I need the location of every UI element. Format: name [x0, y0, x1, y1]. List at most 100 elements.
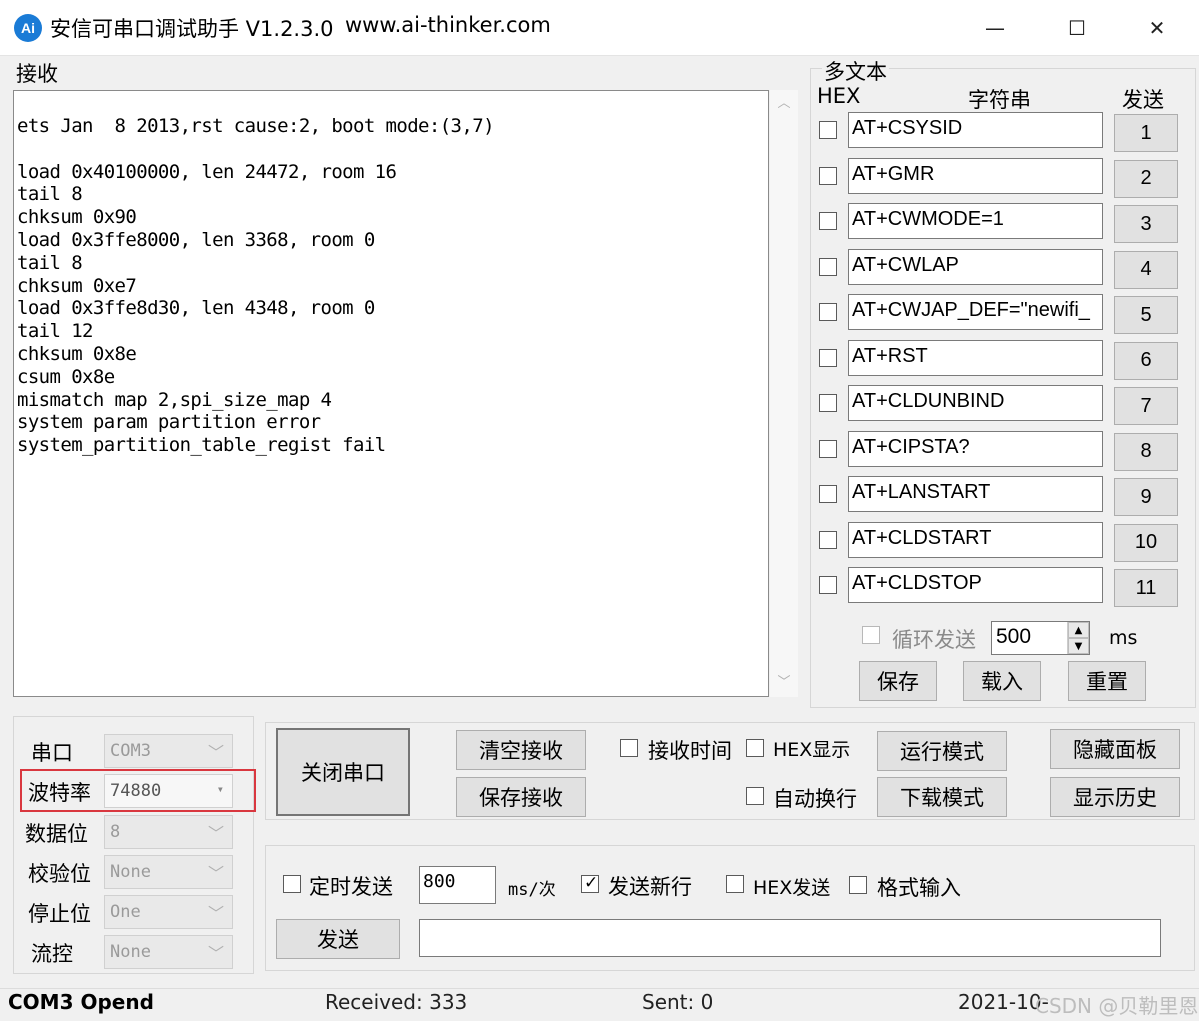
hex-display-checkbox[interactable]: [746, 739, 764, 757]
hex-send-checkbox[interactable]: [726, 875, 744, 893]
stop-bits-select[interactable]: One ﹀: [104, 895, 233, 929]
multi-send-button[interactable]: 8: [1114, 432, 1178, 471]
scroll-down-icon[interactable]: ﹀: [770, 669, 798, 697]
multi-send-button[interactable]: 5: [1114, 296, 1178, 334]
spin-down-icon[interactable]: ▼: [1068, 638, 1089, 654]
close-icon[interactable]: ✕: [1117, 0, 1197, 56]
watermark-text: CSDN @贝勒里恩: [1035, 994, 1199, 1018]
send-column-header: 发送: [1122, 88, 1164, 112]
multi-send-button[interactable]: 11: [1114, 569, 1178, 607]
hex-row-checkbox[interactable]: [819, 121, 837, 139]
port-label: 串口: [31, 741, 73, 765]
format-input-checkbox[interactable]: [849, 876, 867, 894]
timed-send-label: 定时发送: [309, 875, 393, 899]
chevron-down-icon: ﹀: [207, 904, 224, 923]
hex-row-checkbox[interactable]: [819, 348, 837, 367]
send-text-input[interactable]: [419, 919, 1161, 957]
stop-bits-label: 停止位: [28, 902, 91, 926]
scroll-up-icon[interactable]: ︿: [770, 90, 798, 118]
receive-time-label: 接收时间: [648, 739, 732, 763]
multi-send-button[interactable]: 7: [1114, 387, 1178, 425]
send-period-unit: ms/次: [508, 880, 556, 900]
hex-row-checkbox[interactable]: [819, 530, 837, 549]
baud-rate-label: 波特率: [28, 781, 91, 805]
hex-row-checkbox[interactable]: [819, 576, 837, 594]
multi-command-input[interactable]: AT+CWMODE=1: [848, 203, 1103, 239]
receive-time-checkbox[interactable]: [620, 739, 638, 757]
multi-command-input[interactable]: AT+CLDUNBIND: [848, 385, 1103, 421]
multi-send-button[interactable]: 10: [1114, 523, 1178, 562]
hex-row-checkbox[interactable]: [819, 303, 837, 321]
minimize-icon[interactable]: —: [955, 0, 1035, 56]
send-newline-checkbox[interactable]: [581, 873, 599, 893]
window-title: 安信可串口调试助手 V1.2.3.0: [50, 17, 334, 41]
spin-up-icon[interactable]: ▲: [1068, 622, 1089, 638]
dropdown-arrow-icon: ▾: [216, 782, 224, 796]
save-receive-button[interactable]: 保存接收: [456, 777, 586, 817]
hex-column-header: HEX: [817, 84, 861, 108]
load-multi-button[interactable]: 载入: [963, 661, 1041, 701]
hex-row-checkbox[interactable]: [819, 394, 837, 412]
data-bits-select[interactable]: 8 ﹀: [104, 815, 233, 849]
run-mode-button[interactable]: 运行模式: [877, 731, 1007, 771]
multi-send-button[interactable]: 6: [1114, 341, 1178, 380]
app-logo-icon: Ai: [14, 14, 42, 42]
loop-send-checkbox[interactable]: [862, 626, 880, 644]
multi-send-button[interactable]: 1: [1114, 114, 1178, 152]
hex-row-checkbox[interactable]: [819, 212, 837, 230]
multi-command-input[interactable]: AT+GMR: [848, 157, 1103, 194]
timed-send-checkbox[interactable]: [283, 875, 301, 893]
multi-send-button[interactable]: 3: [1114, 205, 1178, 243]
loop-unit-label: ms: [1109, 627, 1138, 649]
multi-send-button[interactable]: 4: [1114, 250, 1178, 289]
hex-row-checkbox[interactable]: [819, 166, 837, 185]
hex-row-checkbox[interactable]: [819, 485, 837, 503]
show-history-button[interactable]: 显示历史: [1050, 777, 1180, 817]
multi-command-input[interactable]: AT+CSYSID: [848, 112, 1103, 148]
hide-panel-button[interactable]: 隐藏面板: [1050, 729, 1180, 769]
receive-scrollbar[interactable]: ︿ ﹀: [770, 90, 798, 697]
format-input-label: 格式输入: [877, 876, 961, 900]
loop-send-label: 循环发送: [892, 628, 976, 652]
auto-wrap-checkbox[interactable]: [746, 787, 764, 805]
port-status: COM3 Opend: [8, 990, 154, 1014]
save-multi-button[interactable]: 保存: [859, 661, 937, 701]
loop-interval-spinner[interactable]: ▲ ▼: [1067, 622, 1089, 654]
baud-rate-select[interactable]: 74880 ▾: [104, 774, 233, 808]
receive-group-label: 接收: [16, 62, 58, 86]
hex-send-label: HEX发送: [753, 877, 831, 899]
hex-display-label: HEX显示: [773, 739, 851, 761]
multi-send-button[interactable]: 9: [1114, 478, 1178, 516]
multi-command-input[interactable]: AT+RST: [848, 339, 1103, 376]
multi-command-input[interactable]: AT+CWJAP_DEF="newifi_: [848, 294, 1103, 330]
multi-command-input[interactable]: AT+CWLAP: [848, 248, 1103, 285]
multi-command-input[interactable]: AT+CIPSTA?: [848, 430, 1103, 467]
chevron-down-icon: ﹀: [207, 944, 224, 963]
multi-command-input[interactable]: AT+LANSTART: [848, 476, 1103, 512]
receive-textarea[interactable]: ets Jan 8 2013,rst cause:2, boot mode:(3…: [13, 90, 769, 697]
parity-select[interactable]: None ﹀: [104, 855, 233, 889]
send-newline-label: 发送新行: [608, 875, 692, 899]
chevron-down-icon: ﹀: [207, 864, 224, 883]
sent-count: Sent: 0: [642, 990, 714, 1014]
multi-command-input[interactable]: AT+CLDSTOP: [848, 567, 1103, 603]
clear-receive-button[interactable]: 清空接收: [456, 730, 586, 770]
multi-send-button[interactable]: 2: [1114, 159, 1178, 198]
chevron-down-icon: ﹀: [207, 824, 224, 843]
send-button[interactable]: 发送: [276, 919, 400, 959]
maximize-icon[interactable]: ☐: [1037, 0, 1117, 56]
flow-control-select[interactable]: None ﹀: [104, 935, 233, 969]
chevron-down-icon: ﹀: [207, 743, 224, 762]
string-column-header: 字符串: [968, 88, 1031, 112]
multi-command-input[interactable]: AT+CLDSTART: [848, 521, 1103, 558]
download-mode-button[interactable]: 下载模式: [877, 777, 1007, 817]
close-port-button[interactable]: 关闭串口: [276, 728, 410, 816]
hex-row-checkbox[interactable]: [819, 257, 837, 276]
reset-multi-button[interactable]: 重置: [1068, 661, 1146, 701]
window-title-url: www.ai-thinker.com: [345, 13, 551, 37]
hex-row-checkbox[interactable]: [819, 439, 837, 458]
port-select[interactable]: COM3 ﹀: [104, 734, 233, 768]
multi-text-title: 多文本: [822, 56, 889, 86]
receive-text: ets Jan 8 2013,rst cause:2, boot mode:(3…: [17, 115, 495, 457]
send-period-input[interactable]: 800: [419, 866, 496, 904]
